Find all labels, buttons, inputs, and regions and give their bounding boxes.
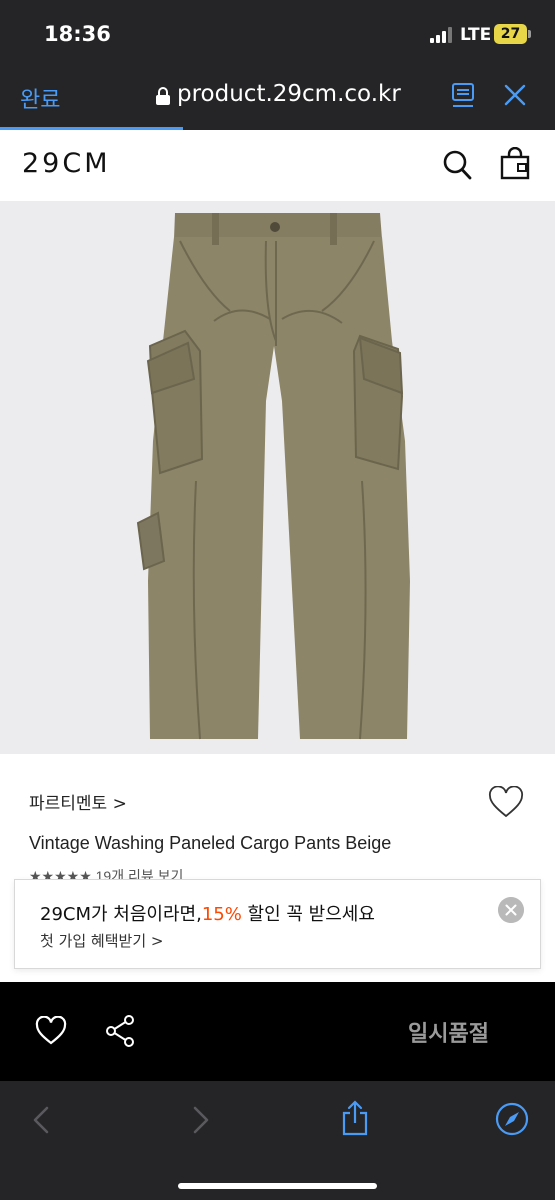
action-bar: 일시품절 [0,982,555,1081]
soldout-button[interactable]: 일시품절 [408,1016,489,1048]
url-text[interactable]: product.29cm.co.kr [177,81,401,107]
back-arrow-icon[interactable] [30,1105,52,1135]
close-icon[interactable] [503,83,527,107]
cargo-pants-image [136,213,410,740]
home-indicator[interactable] [178,1183,377,1189]
signup-benefit-link[interactable]: 첫 가입 혜택받기 > [40,930,163,951]
safari-toolbar [0,1081,555,1200]
promo-discount: 15% [201,904,242,925]
brand-link[interactable]: 파르티멘토 > [29,789,127,814]
signal-icon [430,27,454,43]
site-logo[interactable]: 29CM [22,148,111,179]
forward-arrow-icon[interactable] [190,1105,212,1135]
heart-icon[interactable] [35,1016,67,1046]
battery-icon: 27 [494,24,531,44]
heart-outline-icon[interactable] [488,786,524,819]
product-image[interactable] [0,201,555,754]
shopping-bag-icon[interactable] [500,147,530,180]
promo-title-prefix: 29CM가 처음이라면, [40,904,202,925]
reader-icon[interactable] [450,82,476,110]
share-box-icon[interactable] [340,1099,370,1137]
site-header: 29CM [0,130,555,201]
promo-title: 29CM가 처음이라면,15% 할인 꼭 받으세요 [40,900,375,926]
product-name: Vintage Washing Paneled Cargo Pants Beig… [29,833,392,853]
status-time: 18:36 [44,22,111,46]
promo-close-icon[interactable] [498,897,524,923]
search-icon[interactable] [442,149,472,181]
network-label: LTE [460,25,492,45]
lock-icon [156,87,170,105]
done-button[interactable]: 완료 [20,82,60,114]
status-bar: 18:36 LTE 27 [0,0,555,68]
compass-icon[interactable] [495,1102,529,1136]
browser-bar: 완료 product.29cm.co.kr [0,68,555,130]
share-icon[interactable] [105,1014,135,1048]
promo-title-suffix: 할인 꼭 받으세요 [241,904,375,925]
promo-card[interactable]: 29CM가 처음이라면,15% 할인 꼭 받으세요 첫 가입 혜택받기 > [14,879,541,969]
